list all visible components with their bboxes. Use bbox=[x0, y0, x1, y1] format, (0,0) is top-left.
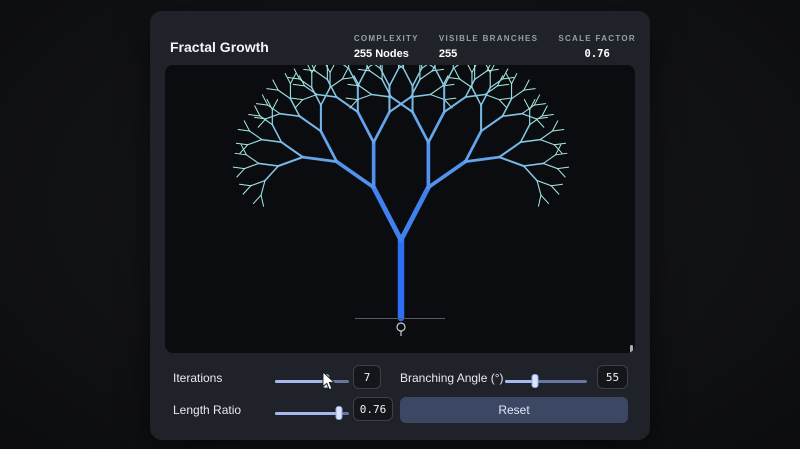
ground-line bbox=[355, 318, 445, 319]
branching-angle-slider[interactable] bbox=[505, 374, 587, 388]
panel-header: Fractal Growth COMPLEXITY 255 Nodes VISI… bbox=[170, 29, 636, 65]
slider-fill bbox=[505, 380, 536, 383]
fractal-canvas[interactable] bbox=[165, 65, 635, 353]
iterations-value-field[interactable]: 7 bbox=[353, 365, 381, 389]
slider-fill bbox=[275, 412, 339, 415]
stat-visible-branches-value: 255 bbox=[438, 48, 458, 60]
slider-fill bbox=[275, 380, 327, 383]
page-title: Fractal Growth bbox=[170, 39, 269, 55]
length-ratio-slider-thumb[interactable] bbox=[335, 406, 343, 420]
fractal-growth-panel: Fractal Growth COMPLEXITY 255 Nodes VISI… bbox=[150, 11, 650, 440]
stat-visible-branches: VISIBLE BRANCHES 255 bbox=[439, 34, 538, 60]
branching-angle-value-field[interactable]: 55 bbox=[597, 365, 628, 389]
stat-scale-factor: SCALE FACTOR 0.76 bbox=[558, 34, 636, 60]
stats-bar: COMPLEXITY 255 Nodes VISIBLE BRANCHES 25… bbox=[354, 34, 636, 60]
stat-complexity-label: COMPLEXITY bbox=[353, 34, 419, 43]
stat-visible-branches-label: VISIBLE BRANCHES bbox=[438, 34, 539, 43]
length-ratio-label: Length Ratio bbox=[173, 403, 242, 417]
stat-scale-factor-value: 0.76 bbox=[584, 48, 610, 60]
length-ratio-slider[interactable] bbox=[275, 406, 349, 420]
reset-button[interactable]: Reset bbox=[400, 397, 628, 423]
branching-angle-label: Branching Angle (°) bbox=[400, 371, 504, 385]
branching-angle-slider-thumb[interactable] bbox=[531, 374, 539, 388]
stat-scale-factor-label: SCALE FACTOR bbox=[558, 34, 636, 43]
length-ratio-value-field[interactable]: 0.76 bbox=[353, 397, 393, 421]
stat-complexity: COMPLEXITY 255 Nodes bbox=[354, 34, 419, 60]
iterations-slider[interactable] bbox=[275, 374, 349, 388]
iterations-label: Iterations bbox=[173, 371, 223, 385]
fractal-tree-svg bbox=[232, 65, 570, 322]
scrollbar-thumb[interactable] bbox=[630, 345, 633, 353]
tree-icon bbox=[396, 322, 406, 336]
iterations-slider-thumb[interactable] bbox=[322, 374, 330, 388]
stat-complexity-value: 255 Nodes bbox=[353, 48, 409, 60]
